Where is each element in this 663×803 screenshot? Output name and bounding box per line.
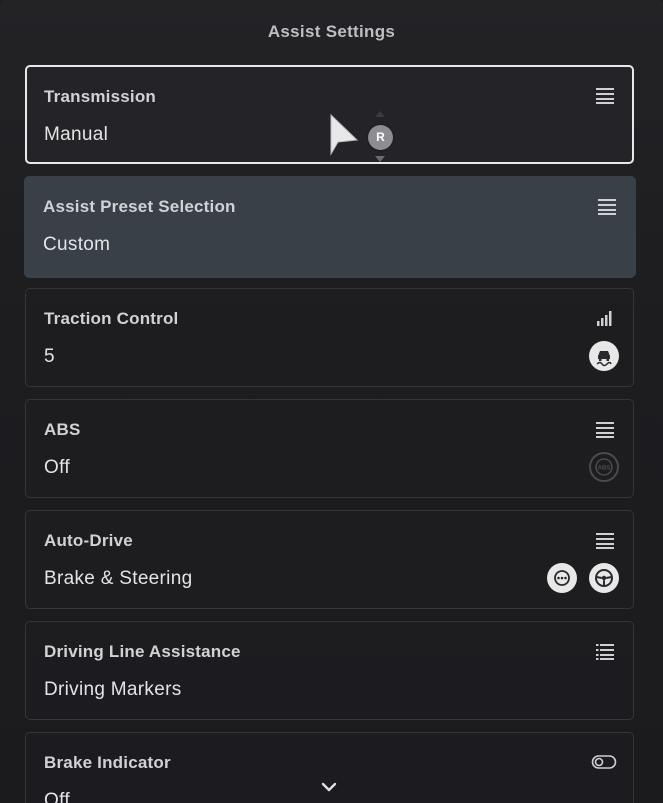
- traction-control-icon: [589, 341, 619, 371]
- setting-value: Custom: [43, 234, 111, 255]
- setting-traction-control[interactable]: Traction Control 5: [25, 288, 634, 387]
- panel-title: Assist Settings: [267, 22, 396, 41]
- cursor-down-arrow-icon: [375, 156, 385, 162]
- setting-label: ABS: [44, 420, 81, 439]
- setting-abs[interactable]: ABS Off ABS: [25, 399, 634, 498]
- setting-value: Driving Markers: [44, 679, 182, 700]
- setting-value: 5: [44, 346, 55, 367]
- setting-label: Transmission: [44, 87, 156, 106]
- setting-value: Off: [44, 790, 70, 803]
- setting-value: Off: [44, 457, 70, 478]
- list-icon: [596, 88, 614, 104]
- assist-icons: [589, 341, 619, 371]
- setting-label: Driving Line Assistance: [44, 642, 241, 661]
- setting-label: Brake Indicator: [44, 753, 171, 772]
- assist-settings-panel: Assist Settings Transmission Manual Assi…: [0, 0, 663, 803]
- assist-icons: [547, 563, 619, 593]
- abs-icon: ABS: [589, 452, 619, 482]
- setting-label: Auto-Drive: [44, 531, 133, 550]
- setting-auto-drive[interactable]: Auto-Drive Brake & Steering: [25, 510, 634, 609]
- chevron-down-icon[interactable]: [319, 780, 339, 794]
- auto-brake-icon: [547, 563, 577, 593]
- level-bars-icon: [597, 311, 612, 326]
- steering-wheel-icon: [589, 563, 619, 593]
- pointer-cursor-icon: [330, 114, 359, 156]
- setting-value: Manual: [44, 124, 109, 145]
- svg-text:ABS: ABS: [598, 466, 611, 472]
- setting-driving-line-assistance[interactable]: Driving Line Assistance Driving Markers: [25, 621, 634, 720]
- assist-icons: ABS: [589, 452, 619, 482]
- bulleted-list-icon: [596, 644, 614, 660]
- setting-assist-preset-selection[interactable]: Assist Preset Selection Custom: [24, 176, 636, 278]
- setting-label: Traction Control: [44, 309, 179, 328]
- setting-value: Brake & Steering: [44, 568, 193, 589]
- cursor-up-arrow-icon: [375, 111, 385, 117]
- list-icon: [598, 199, 616, 215]
- list-icon: [596, 422, 614, 438]
- setting-label: Assist Preset Selection: [43, 197, 236, 216]
- list-icon: [596, 533, 614, 549]
- r-button-badge: R: [368, 125, 393, 150]
- toggle-icon: [591, 755, 617, 769]
